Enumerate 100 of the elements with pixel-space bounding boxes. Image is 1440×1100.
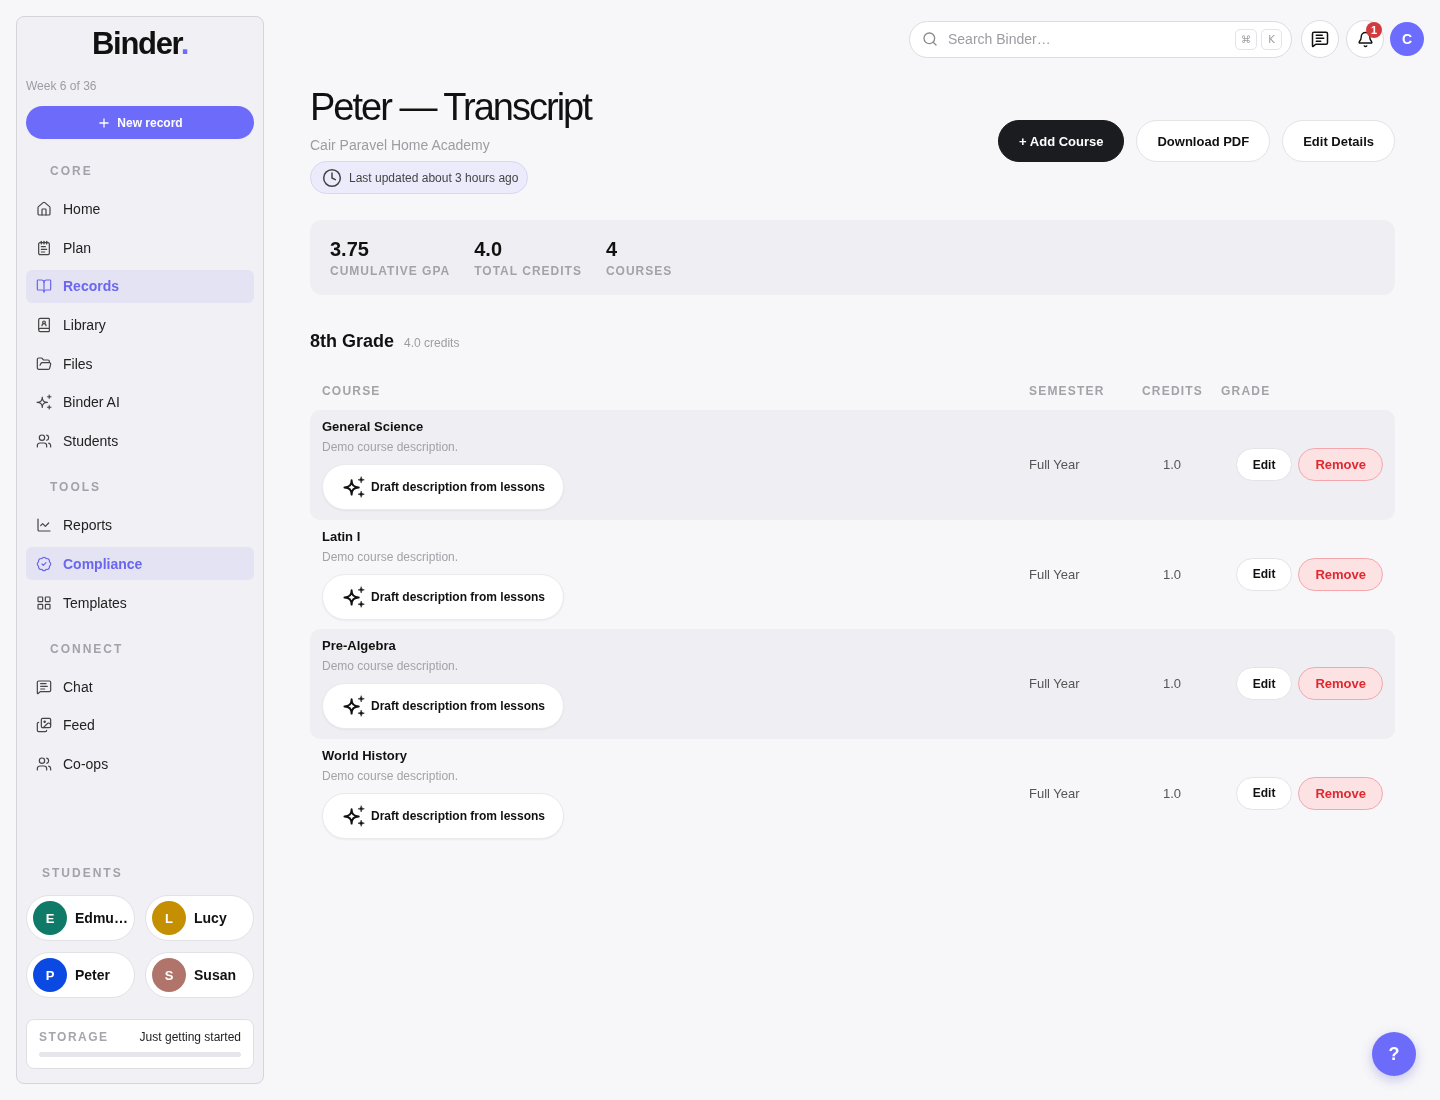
column-header: COURSE (322, 383, 382, 400)
edit-button[interactable]: Edit (1235, 667, 1293, 700)
course-description: Demo course description. (322, 658, 459, 674)
sparkles-icon (343, 804, 365, 827)
course-name: Latin I (322, 528, 361, 545)
help-button[interactable]: ? (1372, 1032, 1416, 1076)
remove-button[interactable]: Remove (1298, 667, 1383, 700)
stat-value: 4.0 (474, 237, 504, 260)
course-description: Demo course description. (322, 548, 459, 565)
notepad-icon (36, 239, 52, 256)
sparkles-icon (343, 585, 365, 608)
course-name: Pre-Algebra (322, 638, 396, 654)
chat-icon (1311, 30, 1329, 48)
badge-check-icon (36, 555, 52, 572)
stat-label: COURSES (605, 263, 673, 278)
stat-value: 4 (605, 237, 618, 260)
house-icon (36, 201, 52, 217)
header-action-button[interactable]: Download PDF (1136, 120, 1271, 162)
section-label: CONNECT (49, 640, 125, 657)
grid-icon (36, 594, 52, 611)
student-avatar: P (33, 958, 67, 992)
nav-item[interactable]: Library (26, 308, 254, 342)
notification-count: 1 (1366, 22, 1382, 38)
column-header: CREDITS (1142, 383, 1205, 400)
notifications-button[interactable]: 1 (1346, 20, 1384, 58)
logo-wordmark: Binder. (91, 27, 189, 61)
course-name: General Science (322, 419, 424, 435)
draft-description-button[interactable]: Draft description from lessons (322, 792, 565, 839)
student-chip[interactable]: S Susan (145, 952, 254, 998)
credits-cell: 1.0 (1163, 676, 1182, 691)
book-person-icon (36, 317, 52, 334)
sparkles-icon (343, 476, 365, 498)
plus-icon (97, 115, 112, 130)
open-book-icon (36, 278, 52, 295)
nav-item[interactable]: Students (26, 424, 254, 458)
nav-item[interactable]: Chat (26, 670, 254, 703)
section-label: CORE (49, 163, 94, 179)
draft-description-button[interactable]: Draft description from lessons (322, 573, 565, 620)
page-title: Peter — Transcript (310, 87, 591, 127)
semester-cell: Full Year (1029, 457, 1080, 472)
course-description: Demo course description. (322, 439, 459, 455)
credits-cell: 1.0 (1163, 457, 1182, 472)
search-icon (922, 30, 938, 47)
student-chip[interactable]: P Peter (26, 952, 135, 998)
student-avatar: L (152, 901, 186, 935)
nav-item[interactable]: Templates (26, 586, 254, 619)
images-icon (36, 717, 52, 734)
header-action-button[interactable]: Edit Details (1282, 120, 1395, 162)
nav-item[interactable]: Binder AI (26, 385, 254, 419)
course-name: World History (322, 747, 407, 764)
new-record-button[interactable]: New record (26, 106, 254, 139)
user-avatar[interactable]: C (1390, 22, 1424, 56)
edit-button[interactable]: Edit (1235, 448, 1293, 481)
nav-item[interactable]: Plan (26, 231, 254, 265)
student-avatar: S (152, 958, 186, 992)
page-subtitle: Cair Paravel Home Academy (310, 136, 490, 154)
edit-button[interactable]: Edit (1235, 557, 1293, 591)
student-chip[interactable]: L Lucy (145, 895, 254, 941)
student-name: Edmu… (75, 910, 128, 926)
student-name: Susan (194, 967, 236, 983)
stat-label: TOTAL CREDITS (474, 263, 582, 278)
nav-item[interactable]: Home (26, 192, 254, 226)
semester-cell: Full Year (1029, 676, 1080, 691)
storage-label: STORAGE (39, 1030, 109, 1044)
draft-description-button[interactable]: Draft description from lessons (322, 683, 565, 729)
nav-item[interactable]: Files (26, 347, 254, 381)
draft-description-button[interactable]: Draft description from lessons (322, 464, 565, 510)
section-label: STUDENTS (41, 865, 124, 881)
people-icon (36, 433, 52, 450)
nav-item[interactable]: Feed (26, 708, 254, 742)
storage-status: Just getting started (139, 1030, 241, 1044)
sparkles-icon (343, 695, 365, 717)
student-avatar: E (33, 901, 67, 935)
messages-button[interactable] (1301, 20, 1339, 58)
edit-button[interactable]: Edit (1235, 776, 1293, 810)
student-name: Lucy (194, 910, 227, 926)
credits-cell: 1.0 (1163, 785, 1182, 801)
nav-item[interactable]: Co-ops (26, 747, 254, 781)
student-name: Peter (75, 967, 111, 983)
add-course-button[interactable]: + Add Course (998, 120, 1125, 162)
remove-button[interactable]: Remove (1298, 448, 1383, 481)
grade-credits: 4.0 credits (404, 336, 460, 350)
column-header: GRADE (1221, 383, 1272, 400)
column-header: SEMESTER (1029, 383, 1106, 400)
semester-cell: Full Year (1029, 785, 1080, 801)
remove-button[interactable]: Remove (1298, 557, 1383, 591)
grade-title: 8th Grade (310, 331, 395, 351)
line-chart-icon (36, 517, 52, 534)
stat-value: 3.75 (330, 237, 370, 260)
section-label: TOOLS (49, 479, 103, 496)
student-chip[interactable]: E Edmu… (26, 895, 135, 941)
course-description: Demo course description. (322, 767, 459, 784)
nav-item[interactable]: Reports (26, 508, 254, 542)
last-updated-text: Last updated about 3 hours ago (349, 170, 519, 185)
people-icon (36, 755, 52, 772)
folder-icon (36, 355, 52, 372)
sparkles-icon (36, 394, 52, 411)
chat-icon (36, 678, 52, 695)
remove-button[interactable]: Remove (1298, 776, 1383, 810)
clock-icon (322, 167, 342, 188)
